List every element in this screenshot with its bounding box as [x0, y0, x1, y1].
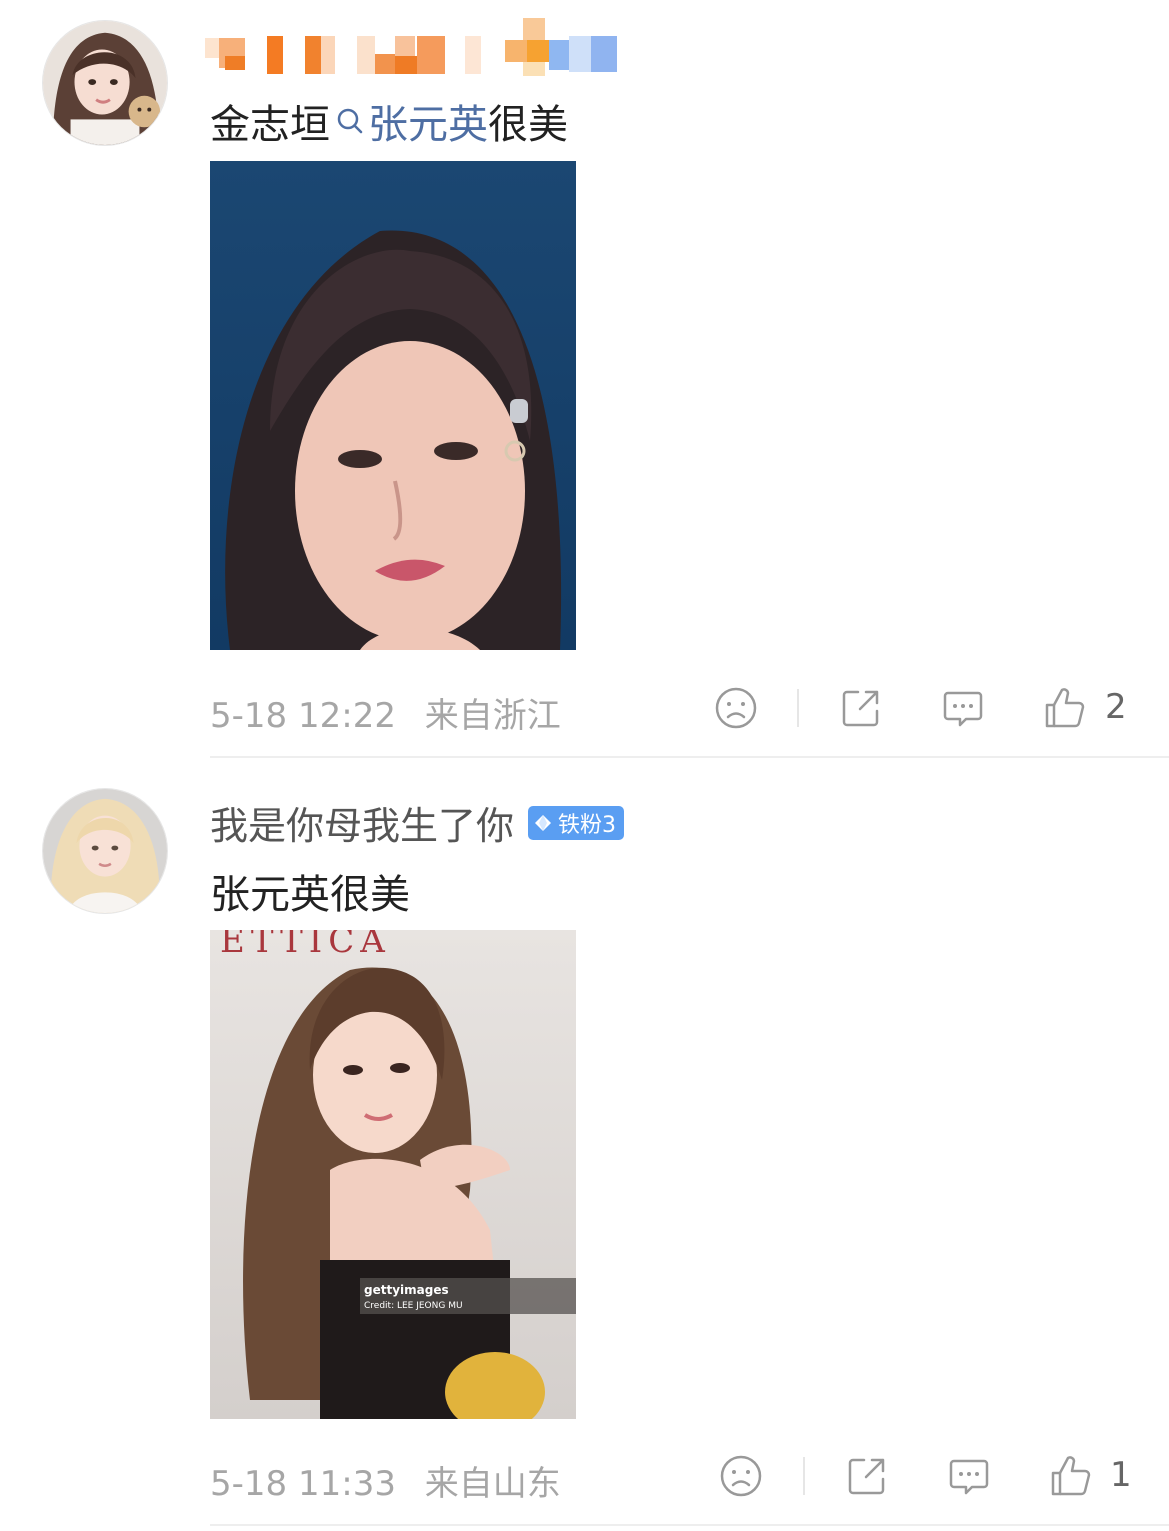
- share-icon[interactable]: [838, 685, 884, 731]
- like-icon[interactable]: [1042, 685, 1088, 731]
- comment-text-suffix: 很美: [488, 102, 568, 148]
- comment-actions: 2: [0, 685, 1169, 735]
- username-label: 我是你母我生了你: [210, 804, 515, 848]
- like-count: 1: [1110, 1455, 1132, 1495]
- getty-credit: Credit: LEE JEONG MU: [364, 1301, 463, 1311]
- fan-badge[interactable]: 铁粉3: [528, 805, 625, 840]
- avatar[interactable]: [42, 20, 168, 146]
- comment-actions: 1: [0, 1453, 1169, 1503]
- username-mosaic: [205, 18, 620, 78]
- comment-image[interactable]: ETTICA gettyimages Credit: LEE JEONG MU: [210, 930, 576, 1419]
- comment-1: 金志垣 张元英 很美 5-18 12:22 来自浙江 2: [0, 0, 1169, 760]
- comment-divider: [210, 1524, 1169, 1526]
- username[interactable]: 我是你母我生了你 铁粉3: [210, 795, 625, 850]
- diamond-icon: [535, 814, 552, 831]
- comment-text-label: 张元英很美: [210, 872, 410, 918]
- action-separator: [797, 689, 799, 727]
- comment-icon[interactable]: [946, 1453, 992, 1499]
- action-separator: [803, 1457, 805, 1495]
- comment-image[interactable]: [210, 161, 576, 650]
- dislike-icon[interactable]: [713, 685, 759, 731]
- like-count: 2: [1105, 687, 1127, 727]
- dislike-icon[interactable]: [718, 1453, 764, 1499]
- comment-2: 我是你母我生了你 铁粉3 张元英很美 ETTICA gettyimages Cr…: [0, 760, 1169, 1531]
- image-backdrop-text: ETTICA: [220, 930, 391, 961]
- getty-watermark: gettyimages: [364, 1283, 449, 1297]
- fan-badge-label: 铁粉3: [558, 812, 617, 838]
- comment-text: 张元英很美: [210, 862, 410, 920]
- avatar[interactable]: [42, 788, 168, 914]
- like-icon[interactable]: [1048, 1453, 1094, 1499]
- topic-label: 张元英: [368, 102, 488, 148]
- comment-text: 金志垣 张元英 很美: [210, 92, 568, 150]
- topic-link[interactable]: 张元英: [330, 92, 488, 150]
- comment-text-prefix: 金志垣: [210, 102, 330, 148]
- comment-divider: [210, 756, 1169, 758]
- comment-icon[interactable]: [940, 685, 986, 731]
- share-icon[interactable]: [844, 1453, 890, 1499]
- search-icon: [337, 108, 363, 134]
